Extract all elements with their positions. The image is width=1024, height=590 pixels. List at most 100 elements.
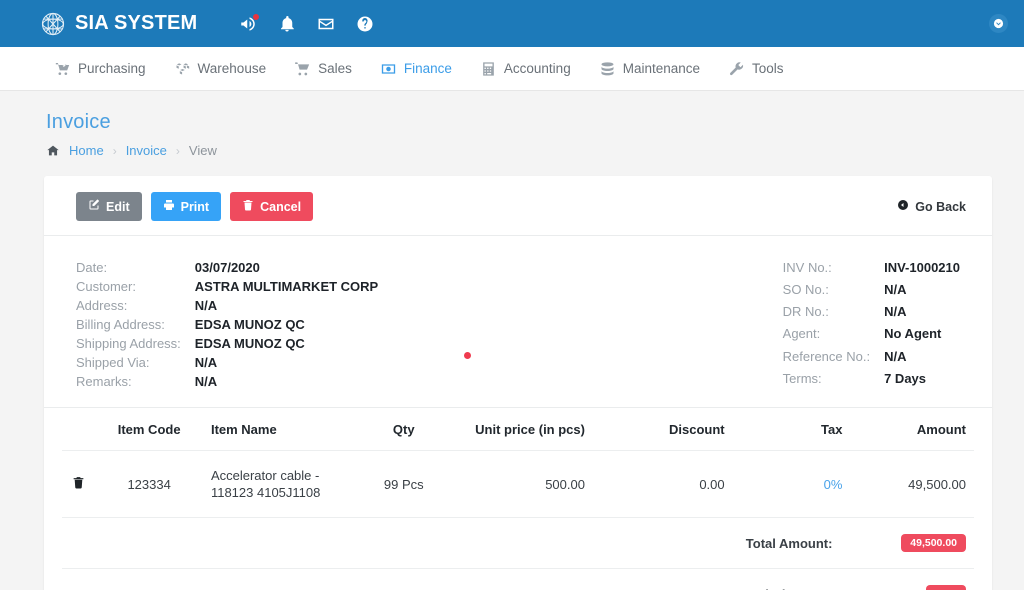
- col-unit-price: Unit price (in pcs): [446, 408, 593, 451]
- breadcrumb-separator: ›: [112, 143, 117, 158]
- value-date: 03/07/2020: [194, 260, 260, 275]
- invoice-details: Date: 03/07/2020 Customer: ASTRA MULTIMA…: [62, 236, 974, 407]
- breadcrumb-home-link[interactable]: Home: [69, 143, 104, 158]
- nav-item-label: Warehouse: [197, 61, 267, 76]
- label-shipping-address: Shipping Address:: [76, 336, 181, 351]
- home-icon[interactable]: [46, 144, 60, 157]
- cancel-button[interactable]: Cancel: [230, 192, 314, 221]
- boxes-icon: [174, 61, 191, 77]
- database-icon: [599, 61, 616, 77]
- label-shipped-via: Shipped Via:: [76, 355, 150, 370]
- value-shipping-address: EDSA MUNOZ QC: [194, 336, 305, 351]
- total-amount-row: Total Amount: 49,500.00: [62, 517, 974, 569]
- value-terms: 7 Days: [884, 370, 927, 386]
- edit-pencil-icon: [88, 199, 100, 214]
- value-customer: ASTRA MULTIMARKET CORP: [194, 279, 379, 294]
- cell-item-code: 123334: [95, 450, 203, 518]
- edit-button[interactable]: Edit: [76, 192, 142, 221]
- printer-icon: [163, 199, 175, 214]
- col-item-code: Item Code: [95, 408, 203, 451]
- value-so-no: N/A: [884, 282, 907, 298]
- label-reference-no: Reference No.:: [782, 348, 871, 364]
- nav-item-warehouse[interactable]: Warehouse: [174, 61, 267, 77]
- label-address: Address:: [76, 298, 128, 313]
- header-icon-group: [239, 13, 374, 33]
- globe-network-icon: [40, 11, 66, 37]
- nav-item-maintenance[interactable]: Maintenance: [599, 61, 700, 77]
- page-title: Invoice: [46, 111, 111, 133]
- go-back-label: Go Back: [915, 199, 966, 214]
- col-qty: Qty: [361, 408, 447, 451]
- invoice-details-right: INV No.: INV-1000210 SO No.: N/A DR No.:…: [783, 258, 974, 391]
- brand-name: SIA SYSTEM: [75, 12, 198, 34]
- trash-icon: [242, 199, 254, 214]
- calculator-icon: [480, 61, 497, 77]
- nav-item-label: Tools: [752, 61, 784, 76]
- value-shipped-via: N/A: [194, 355, 218, 370]
- breadcrumb-invoice-link[interactable]: Invoice: [126, 143, 167, 158]
- print-button[interactable]: Print: [150, 192, 222, 221]
- go-back-button[interactable]: Go Back: [897, 199, 974, 214]
- cell-item-name: Accelerator cable - 118123 4105J1108: [210, 468, 321, 500]
- bell-icon[interactable]: [278, 15, 296, 33]
- breadcrumb-current: View: [188, 143, 217, 158]
- invoice-toolbar: Edit Print Cancel Go Back: [62, 192, 974, 235]
- shopping-cart-icon: [294, 61, 311, 77]
- header-right-group: [989, 14, 1008, 33]
- megaphone-icon[interactable]: [239, 13, 260, 33]
- cell-tax-link[interactable]: 0%: [824, 477, 843, 492]
- nav-item-label: Accounting: [503, 61, 571, 76]
- cell-unit-price: 500.00: [446, 450, 593, 518]
- label-remarks: Remarks:: [76, 374, 132, 389]
- nav-item-purchasing[interactable]: Purchasing: [54, 61, 146, 77]
- notification-badge-dot: [253, 13, 260, 20]
- cell-discount: 0.00: [592, 450, 733, 518]
- nav-item-label: Sales: [318, 61, 352, 76]
- question-circle-icon[interactable]: [356, 15, 374, 33]
- nav-item-tools[interactable]: Tools: [728, 61, 784, 77]
- label-so-no: SO No.:: [782, 282, 829, 298]
- nav-item-accounting[interactable]: Accounting: [480, 61, 571, 77]
- label-inv-no: INV No.:: [782, 260, 832, 275]
- breadcrumb-separator: ›: [175, 143, 180, 158]
- main-navigation: Purchasing Warehouse Sales Finance Accou…: [0, 47, 1024, 91]
- cell-amount: 49,500.00: [850, 450, 974, 518]
- envelope-icon[interactable]: [317, 15, 335, 33]
- value-agent: No Agent: [884, 326, 942, 342]
- col-amount: Amount: [850, 408, 974, 451]
- value-address: N/A: [194, 298, 218, 313]
- nav-item-label: Purchasing: [78, 61, 146, 76]
- print-button-label: Print: [180, 199, 210, 214]
- edit-button-label: Edit: [106, 199, 130, 214]
- col-item-name: Item Name: [202, 408, 362, 451]
- nav-item-sales[interactable]: Sales: [294, 61, 352, 77]
- value-remarks: N/A: [194, 374, 218, 389]
- page-header: Invoice Home › Invoice › View: [0, 91, 1024, 158]
- total-amount-label: Total Amount:: [62, 517, 851, 569]
- invoice-items-table: Item Code Item Name Qty Unit price (in p…: [62, 408, 974, 590]
- chevron-down-circle-icon[interactable]: [989, 14, 1008, 33]
- value-dr-no: N/A: [884, 304, 907, 320]
- brand-logo-group[interactable]: SIA SYSTEM: [40, 11, 197, 37]
- total-discount-value: 0.00: [926, 585, 966, 590]
- cell-qty: 99 Pcs: [361, 450, 447, 518]
- invoice-details-left: Date: 03/07/2020 Customer: ASTRA MULTIMA…: [76, 258, 378, 391]
- money-bill-icon: [380, 61, 397, 77]
- label-agent: Agent:: [782, 326, 821, 342]
- items-table-head: Item Code Item Name Qty Unit price (in p…: [62, 408, 974, 451]
- breadcrumb: Home › Invoice › View: [46, 143, 1024, 158]
- col-discount: Discount: [592, 408, 733, 451]
- invoice-card: Edit Print Cancel Go Back Date: 03/07/20…: [44, 176, 992, 590]
- row-delete-cell: [62, 450, 96, 518]
- nav-item-finance[interactable]: Finance: [380, 61, 452, 77]
- value-billing-address: EDSA MUNOZ QC: [194, 317, 305, 332]
- purchasing-cart-icon: [54, 61, 71, 77]
- trash-icon[interactable]: [72, 475, 85, 490]
- total-discount-label: Total Discount:: [62, 568, 851, 590]
- invoice-items-section: Item Code Item Name Qty Unit price (in p…: [62, 408, 974, 590]
- col-delete: [62, 408, 96, 451]
- nav-item-label: Maintenance: [622, 61, 701, 76]
- total-discount-row: Total Discount: 0.00: [62, 568, 974, 590]
- label-billing-address: Billing Address:: [76, 317, 165, 332]
- col-tax: Tax: [732, 408, 851, 451]
